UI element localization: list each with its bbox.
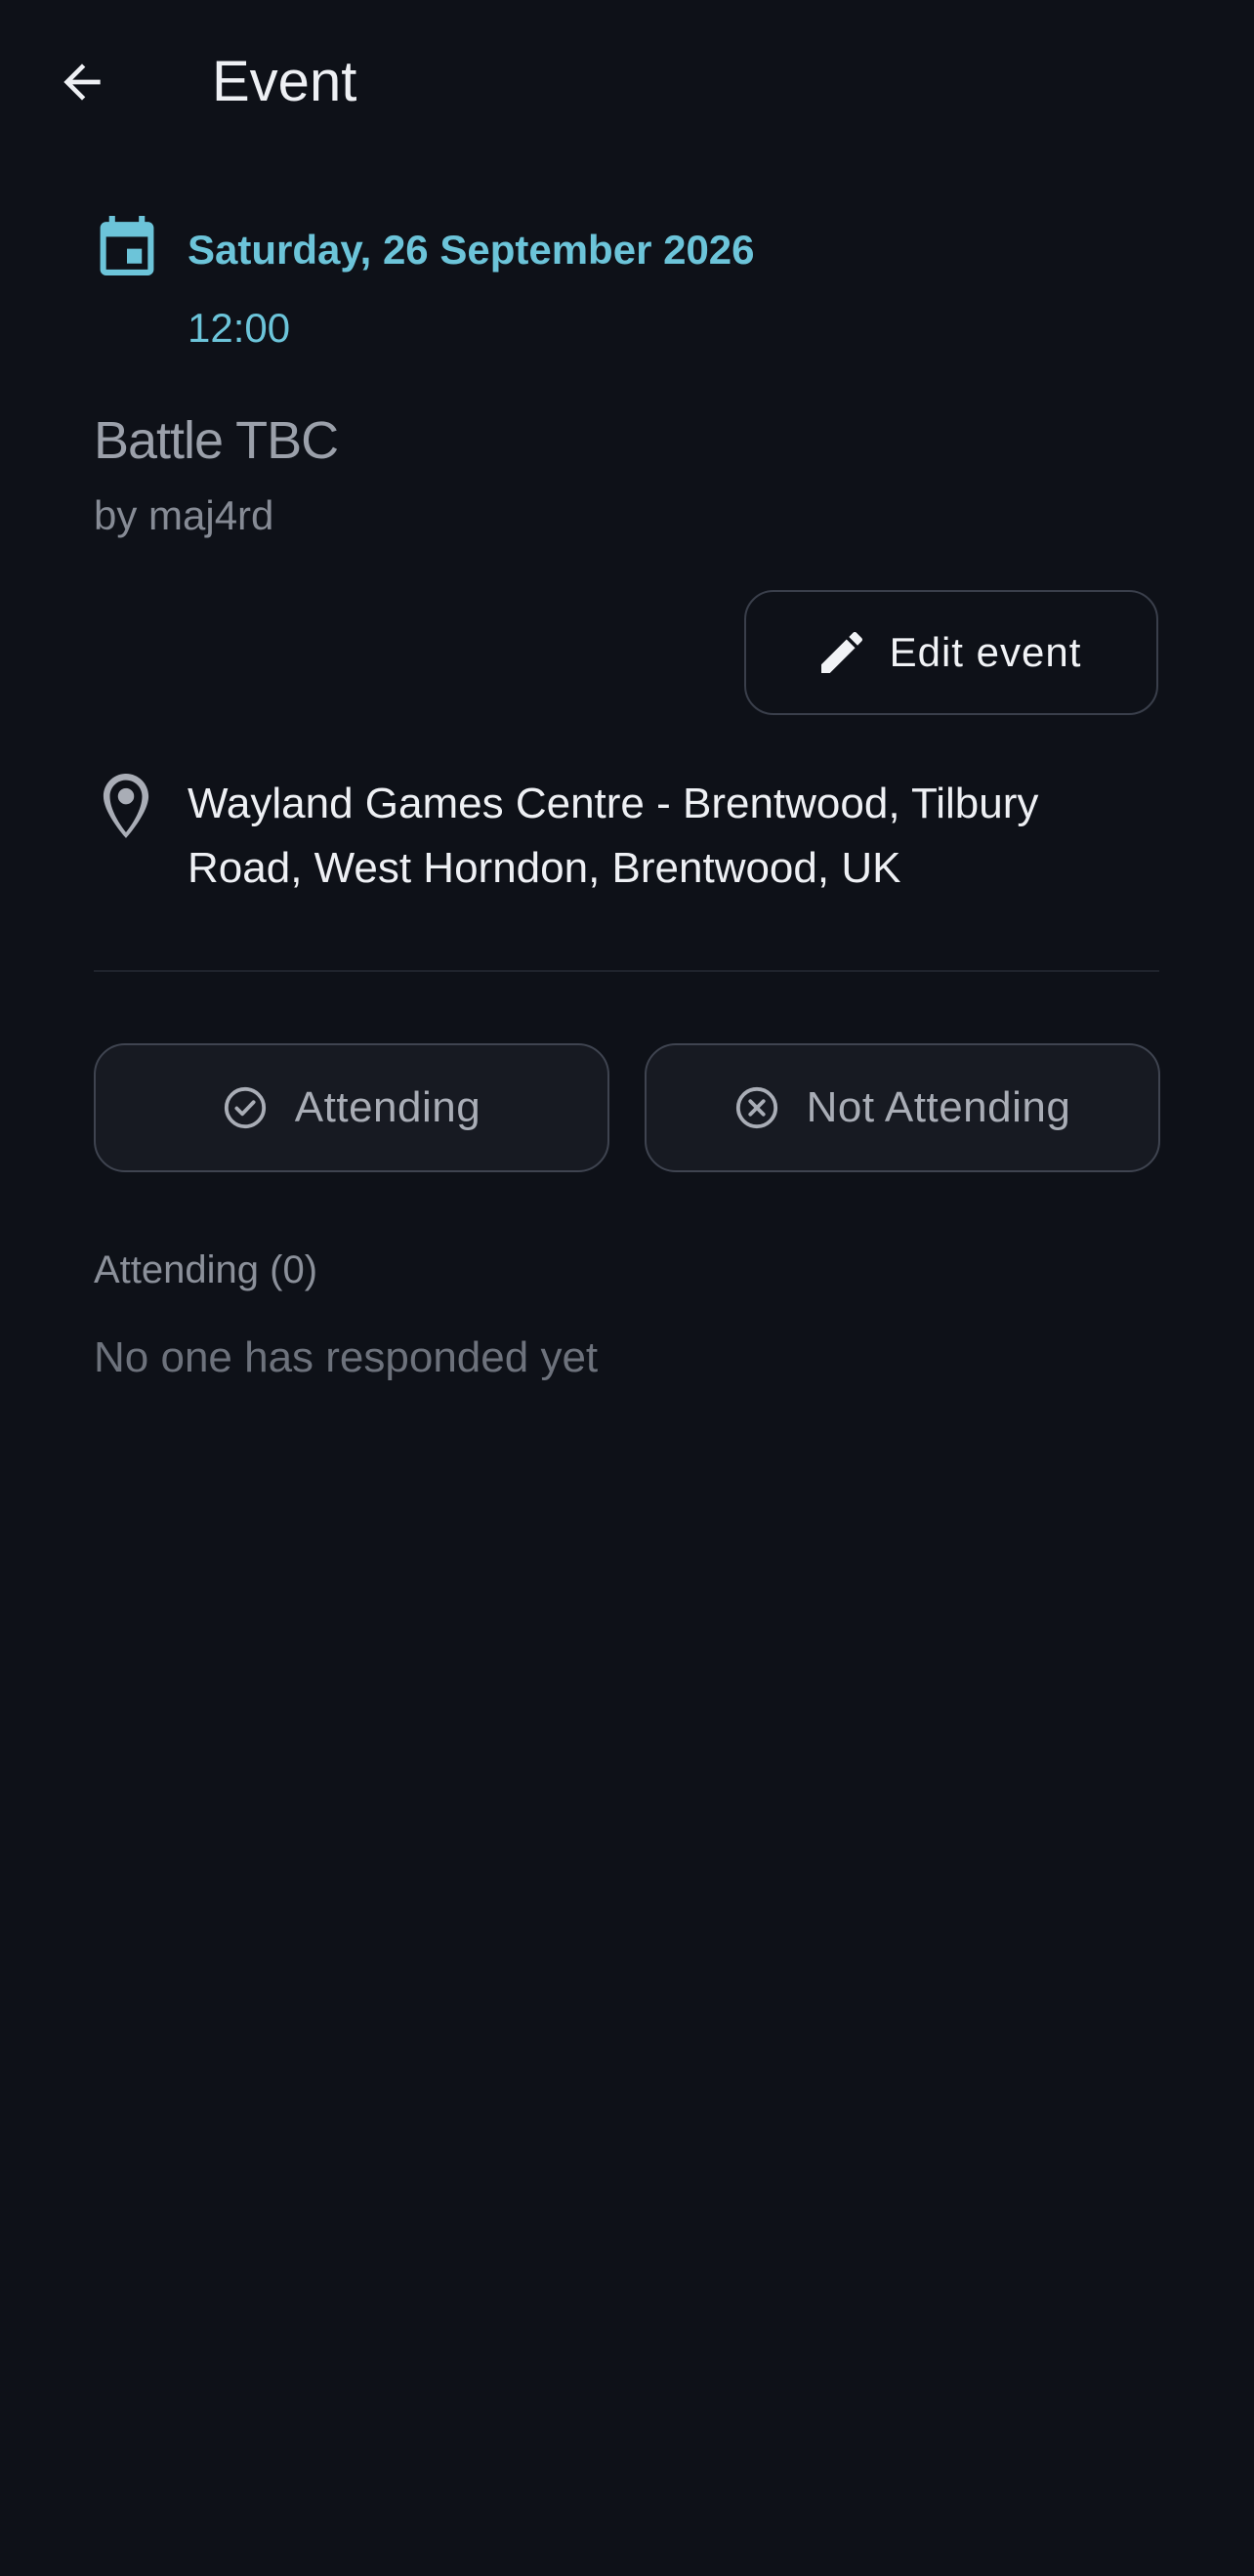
divider [94,970,1159,972]
not-attending-button[interactable]: Not Attending [645,1043,1160,1172]
location-address: Wayland Games Centre - Brentwood, Tilbur… [188,780,1039,892]
event-title: Battle TBC [94,411,339,470]
calendar-icon [100,216,154,275]
back-button[interactable] [43,39,121,125]
x-circle-icon [735,1086,777,1129]
arrow-left-icon [63,63,101,101]
edit-event-label: Edit event [889,629,1082,675]
attending-button[interactable]: Attending [94,1043,609,1172]
edit-event-button[interactable]: Edit event [744,590,1158,715]
event-time: 12:00 [188,305,291,351]
top-app-bar: Event [0,0,1254,164]
page-title: Event [212,50,357,113]
attending-count-heading: Attending (0) [94,1248,318,1291]
map-pin-icon [103,774,149,838]
not-attending-label: Not Attending [806,1083,1071,1131]
pencil-icon [820,632,862,673]
event-author: by maj4rd [94,492,274,538]
attending-label: Attending [294,1083,481,1131]
check-circle-icon [224,1086,266,1129]
event-date: Saturday, 26 September 2026 [188,227,755,273]
empty-attendees-message: No one has responded yet [94,1333,599,1381]
